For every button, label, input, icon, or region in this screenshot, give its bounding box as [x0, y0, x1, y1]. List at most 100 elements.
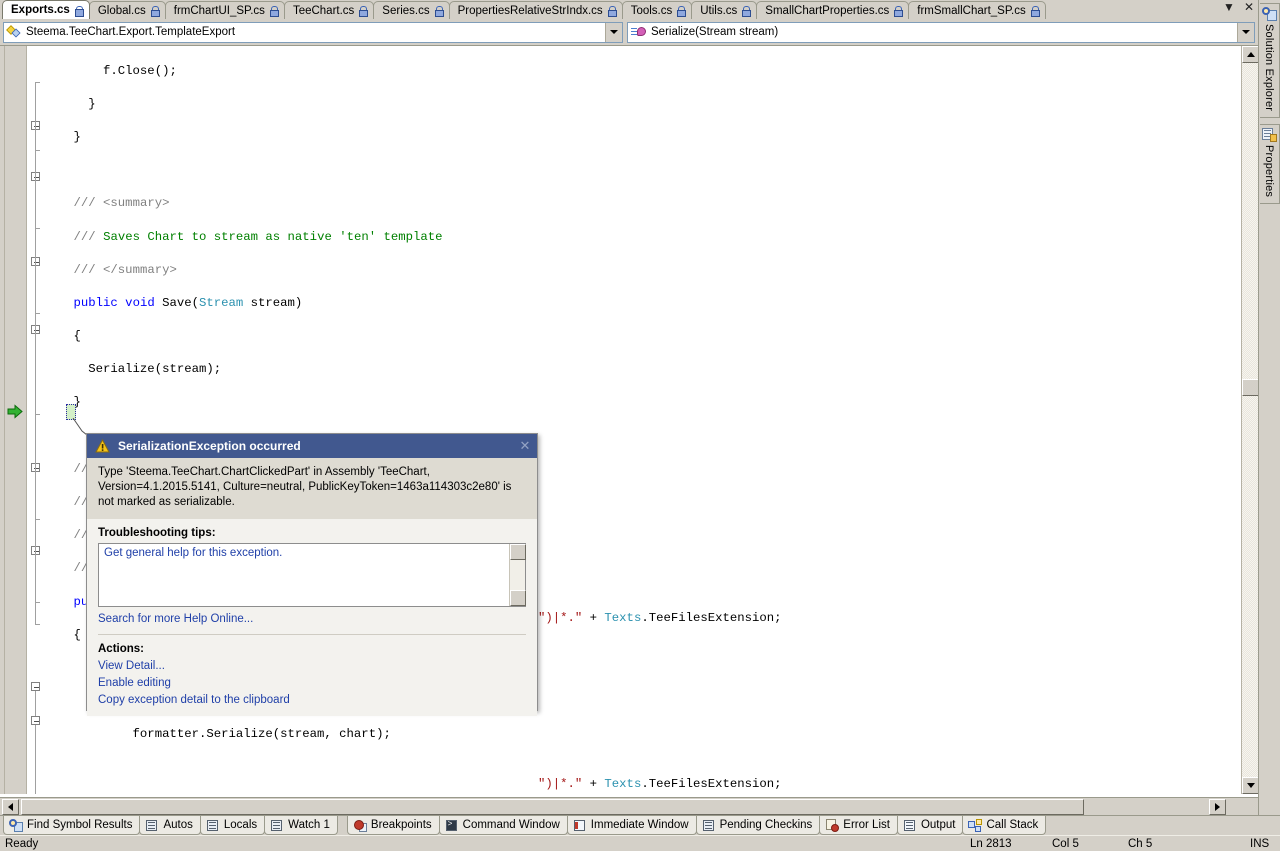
document-tab-smallchartproperties[interactable]: SmallChartProperties.cs [756, 1, 910, 19]
visual-studio-window: Exports.cs Global.cs frmChartUI_SP.cs Te… [0, 0, 1280, 851]
tool-tab-label: Find Symbol Results [27, 819, 133, 831]
tab-label: Global.cs [97, 4, 146, 17]
chevron-down-icon[interactable] [605, 22, 622, 42]
chevron-down-icon[interactable]: ▼ [1223, 1, 1235, 13]
tool-tab-autos[interactable]: Autos [139, 816, 201, 835]
tips-scrollbar[interactable] [509, 544, 526, 606]
code-line: Serialize(stream); [44, 362, 222, 377]
document-tab-frmsmallchart-sp[interactable]: frmSmallChart_SP.cs [908, 1, 1046, 19]
member-dropdown-value: Serialize(Stream stream) [651, 26, 779, 38]
tool-tab-label: Output [920, 819, 956, 831]
search-help-online-link[interactable]: Search for more Help Online... [98, 613, 526, 625]
tool-tab-find-symbol-results[interactable]: Find Symbol Results [3, 816, 141, 835]
method-icon [631, 26, 647, 39]
action-view-detail[interactable]: View Detail... [98, 660, 526, 672]
tab-label: SmallChartProperties.cs [765, 4, 890, 17]
document-tab-teechart[interactable]: TeeChart.cs [283, 1, 375, 19]
scroll-down-button[interactable] [510, 590, 526, 606]
code-line: /// </summary> [73, 262, 177, 277]
tab-label: TeeChart.cs [292, 4, 355, 17]
tool-tab-call-stack[interactable]: Call Stack [962, 816, 1047, 835]
action-enable-editing[interactable]: Enable editing [98, 677, 526, 689]
editor-horizontal-scrollbar[interactable] [0, 797, 1258, 815]
lock-icon [269, 6, 279, 17]
dock-tab-solution-explorer[interactable]: Solution Explorer [1259, 3, 1280, 119]
code-line: } [44, 96, 96, 111]
tool-tab-pending-checkins[interactable]: Pending Checkins [695, 816, 821, 835]
status-line-number: Ln 2813 [970, 837, 1012, 850]
troubleshooting-tips-header: Troubleshooting tips: [98, 527, 216, 539]
hscrollbar-thumb[interactable] [21, 799, 1084, 815]
locals-icon [206, 819, 220, 832]
tip-link-general-help[interactable]: Get general help for this exception. [104, 547, 504, 559]
document-tab-tools[interactable]: Tools.cs [621, 1, 693, 19]
scroll-down-button[interactable] [1242, 777, 1259, 794]
class-icon [6, 25, 22, 39]
current-statement-arrow-icon [7, 404, 23, 419]
tab-label: Series.cs [382, 4, 430, 17]
tool-tab-command-window[interactable]: > Command Window [438, 816, 568, 835]
fold-box[interactable] [31, 716, 40, 725]
class-dropdown[interactable]: Steema.TeeChart.Export.TemplateExport [3, 21, 623, 43]
indicator-margin[interactable] [0, 46, 27, 794]
tool-tab-label: Command Window [462, 819, 560, 831]
close-icon[interactable]: ✕ [517, 438, 533, 454]
tool-tab-output[interactable]: Output [896, 816, 964, 835]
code-line: /// Saves Chart to stream as native 'ten… [73, 229, 443, 244]
tab-label: Tools.cs [630, 4, 673, 17]
tab-label: frmChartUI_SP.cs [173, 4, 265, 17]
navigation-bar: Steema.TeeChart.Export.TemplateExport Se… [0, 19, 1258, 45]
scroll-right-button[interactable] [1209, 799, 1226, 815]
document-tab-series[interactable]: Series.cs [373, 1, 450, 19]
tab-label: Exports.cs [11, 4, 70, 16]
code-line: } [44, 395, 81, 410]
properties-icon [1261, 128, 1277, 143]
right-dock-strip: Solution Explorer Properties [1258, 0, 1280, 815]
dock-tab-label: Properties [1263, 145, 1275, 198]
document-tab-exports[interactable]: Exports.cs [2, 0, 90, 19]
exception-popup-titlebar: SerializationException occurred ✕ [87, 434, 537, 458]
scroll-left-button[interactable] [2, 799, 19, 815]
fold-box[interactable] [31, 682, 40, 691]
tool-tab-label: Error List [843, 819, 890, 831]
tab-label: frmSmallChart_SP.cs [917, 4, 1026, 17]
scrollbar-track[interactable] [1242, 63, 1258, 777]
lock-icon [359, 6, 369, 17]
tool-tab-immediate-window[interactable]: Immediate Window [566, 816, 697, 835]
scroll-up-button[interactable] [1242, 46, 1259, 63]
document-tab-utils[interactable]: Utils.cs [691, 1, 758, 19]
action-copy-exception-detail[interactable]: Copy exception detail to the clipboard [98, 694, 526, 706]
tool-tab-locals[interactable]: Locals [199, 816, 266, 835]
document-tab-global[interactable]: Global.cs [88, 1, 166, 19]
code-line: /// <summary> [73, 196, 170, 211]
tool-tab-label: Pending Checkins [719, 819, 813, 831]
tool-tab-label: Watch 1 [288, 819, 330, 831]
editor-vertical-scrollbar[interactable] [1241, 46, 1259, 794]
document-tab-propertiesrelativestrindx[interactable]: PropertiesRelativeStrIndx.cs [448, 1, 623, 19]
lock-icon [677, 6, 687, 17]
autos-icon [145, 819, 159, 832]
document-tab-frmchartui-sp[interactable]: frmChartUI_SP.cs [164, 1, 285, 19]
lock-icon [434, 6, 444, 17]
document-tab-strip: Exports.cs Global.cs frmChartUI_SP.cs Te… [0, 0, 1258, 19]
status-bar: Ready Ln 2813 Col 5 Ch 5 INS [0, 835, 1280, 851]
scrollbar-thumb[interactable] [1242, 379, 1259, 396]
member-dropdown[interactable]: Serialize(Stream stream) [627, 21, 1255, 43]
tool-tab-watch-1[interactable]: Watch 1 [264, 816, 338, 835]
scroll-up-button[interactable] [510, 544, 526, 560]
close-icon[interactable]: ✕ [1244, 1, 1254, 13]
troubleshooting-tips-box[interactable]: Get general help for this exception. [98, 543, 526, 607]
tool-tab-error-list[interactable]: Error List [819, 816, 898, 835]
tool-tab-label: Immediate Window [590, 819, 689, 831]
lock-icon [894, 6, 904, 17]
dock-tab-properties[interactable]: Properties [1259, 124, 1280, 205]
tab-strip-controls: ▼ ✕ [1223, 1, 1254, 13]
chevron-down-icon[interactable] [1237, 22, 1254, 42]
exception-assistant-popup[interactable]: SerializationException occurred ✕ Type '… [86, 433, 538, 716]
exception-message: Type 'Steema.TeeChart.ChartClickedPart' … [87, 458, 537, 519]
tool-tab-breakpoints[interactable]: Breakpoints [346, 816, 440, 835]
outlining-margin[interactable] [28, 46, 44, 794]
